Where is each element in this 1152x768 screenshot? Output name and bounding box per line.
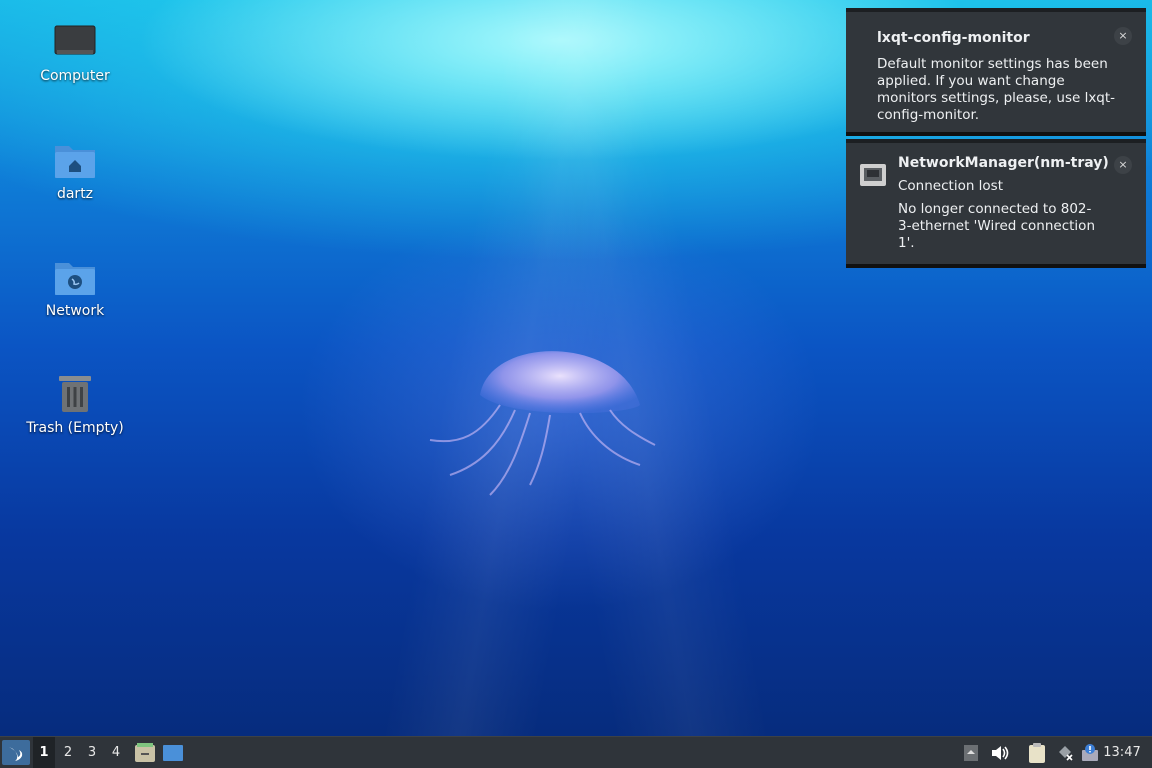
desktop-icon-label: Computer — [40, 68, 110, 84]
network-folder-icon — [55, 263, 95, 295]
lxqt-logo-icon — [9, 746, 23, 761]
clipboard-icon — [1029, 742, 1045, 763]
desktop-icon-network[interactable]: Network — [20, 255, 130, 319]
desktop-icon — [163, 744, 183, 761]
workspace-3[interactable]: 3 — [81, 737, 103, 768]
network-tray-button[interactable] — [1054, 737, 1076, 768]
file-cabinet-icon — [135, 742, 155, 762]
notification-title: NetworkManager(nm-tray) — [898, 155, 1109, 171]
notification-icon — [1082, 743, 1098, 761]
volume-icon — [992, 745, 1009, 760]
network-disconnected-icon — [1059, 745, 1073, 761]
close-icon[interactable]: × — [1114, 27, 1132, 45]
notification-network-manager[interactable]: × NetworkManager(nm-tray) Connection los… — [846, 139, 1146, 268]
trash-icon — [59, 376, 91, 412]
notification-lxqt-config-monitor[interactable]: × lxqt-config-monitor Default monitor se… — [846, 8, 1146, 136]
taskbar: 1 2 3 4 13:47 — [0, 736, 1152, 768]
tray-up-icon — [964, 744, 978, 761]
desktop-icon-home[interactable]: dartz — [20, 138, 130, 202]
show-desktop-button[interactable] — [160, 737, 186, 768]
monitor-icon — [54, 25, 96, 55]
desktop-icon-label: dartz — [56, 186, 94, 202]
file-manager-launcher[interactable] — [132, 737, 158, 768]
workspace-2[interactable]: 2 — [57, 737, 79, 768]
notification-subtitle: Connection lost — [898, 178, 1004, 194]
home-folder-icon — [55, 146, 95, 178]
clipboard-button[interactable] — [1026, 737, 1048, 768]
wallpaper-jellyfish — [429, 351, 656, 496]
volume-button[interactable] — [989, 737, 1011, 768]
notification-body: No longer connected to 802-3-ethernet 'W… — [898, 201, 1095, 251]
notification-tray-button[interactable] — [1079, 737, 1101, 768]
workspace-4[interactable]: 4 — [105, 737, 127, 768]
notification-body: Default monitor settings has been applie… — [877, 56, 1116, 123]
network-wired-icon — [860, 164, 886, 186]
workspace-1[interactable]: 1 — [33, 737, 55, 768]
desktop-icon-label: Network — [45, 303, 105, 319]
clock[interactable]: 13:47 — [1100, 737, 1144, 768]
desktop-icon-computer[interactable]: Computer — [20, 20, 130, 84]
desktop-icon-trash[interactable]: Trash (Empty) — [20, 372, 130, 436]
tray-up-button[interactable] — [961, 737, 981, 768]
desktop-icon-label: Trash (Empty) — [26, 420, 124, 436]
close-icon[interactable]: × — [1114, 156, 1132, 174]
notification-title: lxqt-config-monitor — [877, 30, 1030, 46]
start-menu-button[interactable] — [2, 740, 30, 765]
